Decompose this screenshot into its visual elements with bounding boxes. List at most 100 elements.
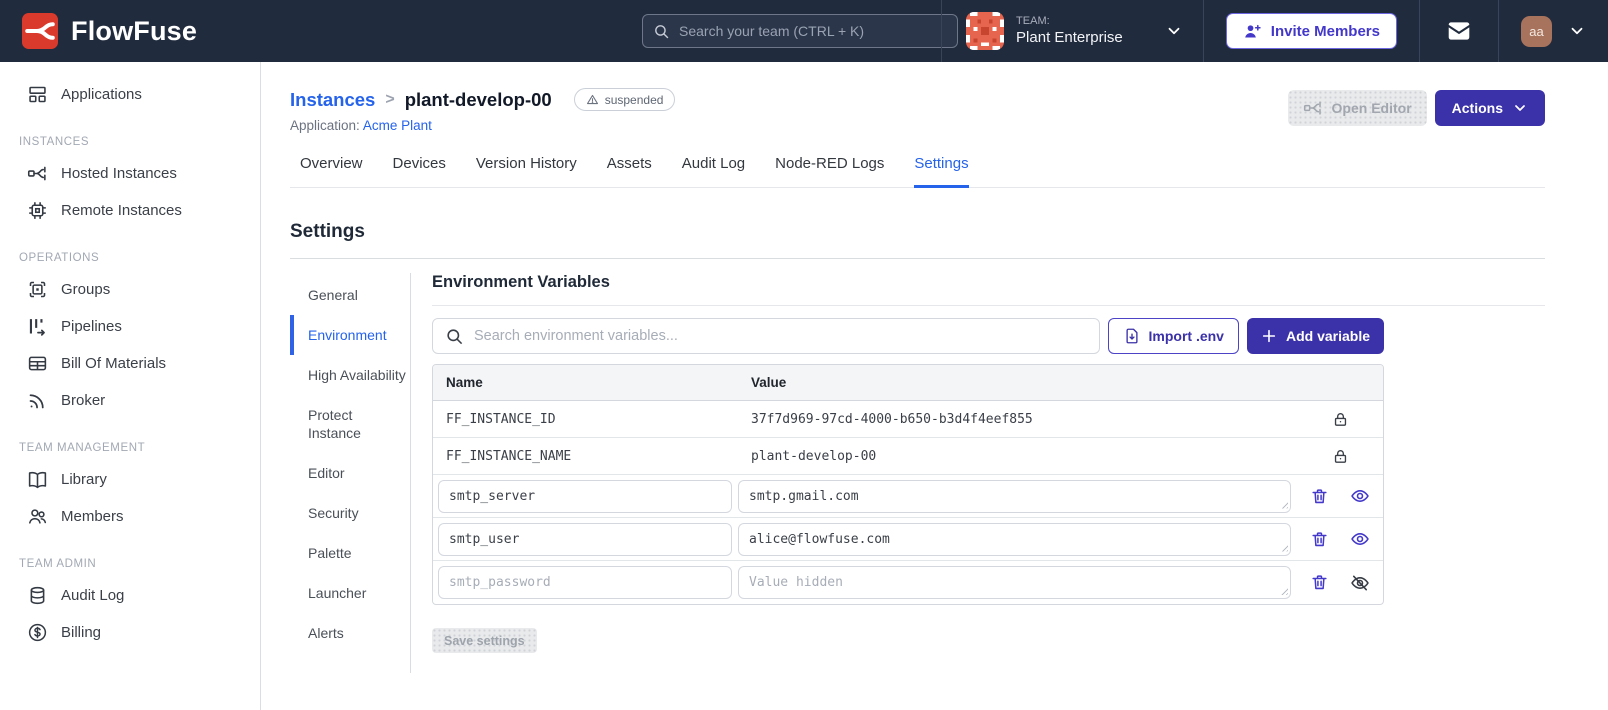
- eye-icon: [1351, 533, 1369, 545]
- add-variable-button[interactable]: Add variable: [1246, 318, 1384, 354]
- env-value-textarea[interactable]: smtp.gmail.com: [738, 479, 1291, 513]
- env-name-input[interactable]: [438, 479, 732, 513]
- open-editor-button[interactable]: Open Editor: [1287, 90, 1427, 126]
- team-picker[interactable]: TEAM: Plant Enterprise: [942, 0, 1203, 62]
- sidebar-item-bill-of-materials[interactable]: Bill Of Materials: [0, 345, 260, 382]
- column-header-name: Name: [446, 375, 483, 390]
- env-value-textarea[interactable]: [738, 566, 1291, 599]
- subnav-security[interactable]: Security: [290, 493, 410, 533]
- delete-variable-button[interactable]: [1310, 487, 1329, 506]
- eye-icon: [1351, 490, 1369, 502]
- editor-branch-icon: [1303, 101, 1321, 115]
- environment-panel: Environment Variables Import .env Add va…: [432, 273, 1545, 673]
- subnav-protect-instance[interactable]: Protect Instance: [290, 395, 410, 453]
- search-icon: [655, 24, 669, 38]
- sidebar-section-instances: INSTANCES: [19, 136, 90, 148]
- sidebar-item-audit-log[interactable]: Audit Log: [0, 577, 260, 614]
- subnav-general[interactable]: General: [290, 275, 410, 315]
- sidebar-item-label: Applications: [61, 86, 142, 103]
- save-settings-button[interactable]: Save settings: [432, 628, 537, 653]
- application-label: Application:: [290, 118, 360, 133]
- subnav-editor[interactable]: Editor: [290, 453, 410, 493]
- toggle-visibility-button[interactable]: [1350, 573, 1370, 593]
- sidebar-section-team-management: TEAM MANAGEMENT: [19, 442, 146, 454]
- subnav-alerts[interactable]: Alerts: [290, 613, 410, 653]
- notifications-button[interactable]: [1420, 0, 1498, 62]
- env-value: plant-develop-00: [751, 448, 877, 464]
- delete-variable-button[interactable]: [1310, 573, 1329, 592]
- user-menu[interactable]: aa: [1499, 0, 1608, 62]
- tab-assets[interactable]: Assets: [607, 155, 652, 188]
- add-variable-label: Add variable: [1285, 328, 1370, 344]
- env-name-input[interactable]: [438, 522, 732, 556]
- sidebar-section-operations: OPERATIONS: [19, 252, 100, 264]
- sidebar-item-members[interactable]: Members: [0, 498, 260, 535]
- table-row-smtp-server: smtp.gmail.com: [433, 475, 1383, 518]
- sidebar-section-team-admin: TEAM ADMIN: [19, 558, 97, 570]
- page-header: Instances > plant-develop-00 suspended A…: [290, 88, 1545, 133]
- table-row-smtp-user: alice@flowfuse.com: [433, 518, 1383, 561]
- sidebar-item-hosted-instances[interactable]: Hosted Instances: [0, 155, 260, 192]
- status-badge-label: suspended: [604, 92, 664, 107]
- tab-devices[interactable]: Devices: [393, 155, 446, 188]
- env-variables-table: Name Value FF_INSTANCE_ID 37f7d969-97cd-…: [432, 364, 1384, 605]
- sidebar-item-library[interactable]: Library: [0, 461, 260, 498]
- top-navbar: FlowFuse Search your team (CTRL + K) TEA…: [0, 0, 1608, 62]
- env-search: [432, 318, 1100, 354]
- document-download-icon: [1125, 328, 1138, 344]
- tab-node-red-logs[interactable]: Node-RED Logs: [775, 155, 884, 188]
- import-env-button[interactable]: Import .env: [1107, 318, 1239, 354]
- actions-button[interactable]: Actions: [1434, 90, 1545, 126]
- user-add-icon: [1244, 24, 1261, 37]
- sidebar-item-label: Members: [61, 508, 124, 525]
- sidebar-item-label: Library: [61, 471, 107, 488]
- sidebar-item-applications[interactable]: Applications: [0, 76, 260, 113]
- sidebar-item-broker[interactable]: Broker: [0, 382, 260, 419]
- subnav-palette[interactable]: Palette: [290, 533, 410, 573]
- tab-overview[interactable]: Overview: [300, 155, 363, 188]
- settings-divider: [290, 258, 1545, 259]
- toggle-visibility-button[interactable]: [1350, 486, 1370, 506]
- page-title: plant-develop-00: [404, 88, 552, 110]
- breadcrumb-instances-link[interactable]: Instances: [290, 89, 375, 111]
- env-name-input[interactable]: [438, 566, 732, 599]
- env-name: FF_INSTANCE_NAME: [446, 448, 572, 464]
- chevron-down-icon: [1515, 105, 1525, 111]
- tab-version-history[interactable]: Version History: [476, 155, 577, 188]
- sidebar-item-label: Groups: [61, 281, 111, 298]
- breadcrumb: Instances > plant-develop-00 suspended: [290, 88, 676, 111]
- flowfuse-logo-icon: [22, 13, 58, 49]
- chip-icon: [29, 202, 46, 219]
- env-value-textarea[interactable]: alice@flowfuse.com: [738, 522, 1291, 556]
- trash-icon: [1312, 488, 1327, 503]
- sidebar-item-groups[interactable]: Groups: [0, 271, 260, 308]
- groups-icon: [29, 281, 46, 298]
- sidebar-item-remote-instances[interactable]: Remote Instances: [0, 192, 260, 229]
- tab-audit-log[interactable]: Audit Log: [682, 155, 745, 188]
- sidebar-item-label: Pipelines: [61, 318, 122, 335]
- pipelines-icon: [29, 319, 45, 336]
- tab-settings[interactable]: Settings: [914, 155, 969, 188]
- team-search-input[interactable]: [679, 23, 947, 39]
- book-icon: [28, 471, 47, 489]
- env-search-input[interactable]: [474, 328, 1087, 344]
- sidebar-item-pipelines[interactable]: Pipelines: [0, 308, 260, 345]
- application-line: Application: Acme Plant: [290, 118, 675, 133]
- header-actions: Open Editor Actions: [1287, 90, 1545, 126]
- sidebar-item-billing[interactable]: Billing: [0, 614, 260, 651]
- subnav-high-availability[interactable]: High Availability: [290, 355, 410, 395]
- subnav-launcher[interactable]: Launcher: [290, 573, 410, 613]
- warning-icon: [586, 94, 598, 105]
- delete-variable-button[interactable]: [1310, 530, 1329, 549]
- invite-members-button[interactable]: Invite Members: [1225, 13, 1397, 49]
- lock-icon: [1334, 412, 1346, 426]
- table-row-smtp-password: [433, 561, 1383, 604]
- brand-home-link[interactable]: FlowFuse: [0, 13, 197, 49]
- mail-icon: [1448, 22, 1470, 40]
- env-name: FF_INSTANCE_ID: [446, 411, 556, 427]
- sidebar-item-label: Broker: [61, 392, 106, 409]
- users-icon: [29, 509, 47, 524]
- toggle-visibility-button[interactable]: [1350, 529, 1370, 549]
- subnav-environment[interactable]: Environment: [290, 315, 410, 355]
- application-link[interactable]: Acme Plant: [363, 118, 432, 133]
